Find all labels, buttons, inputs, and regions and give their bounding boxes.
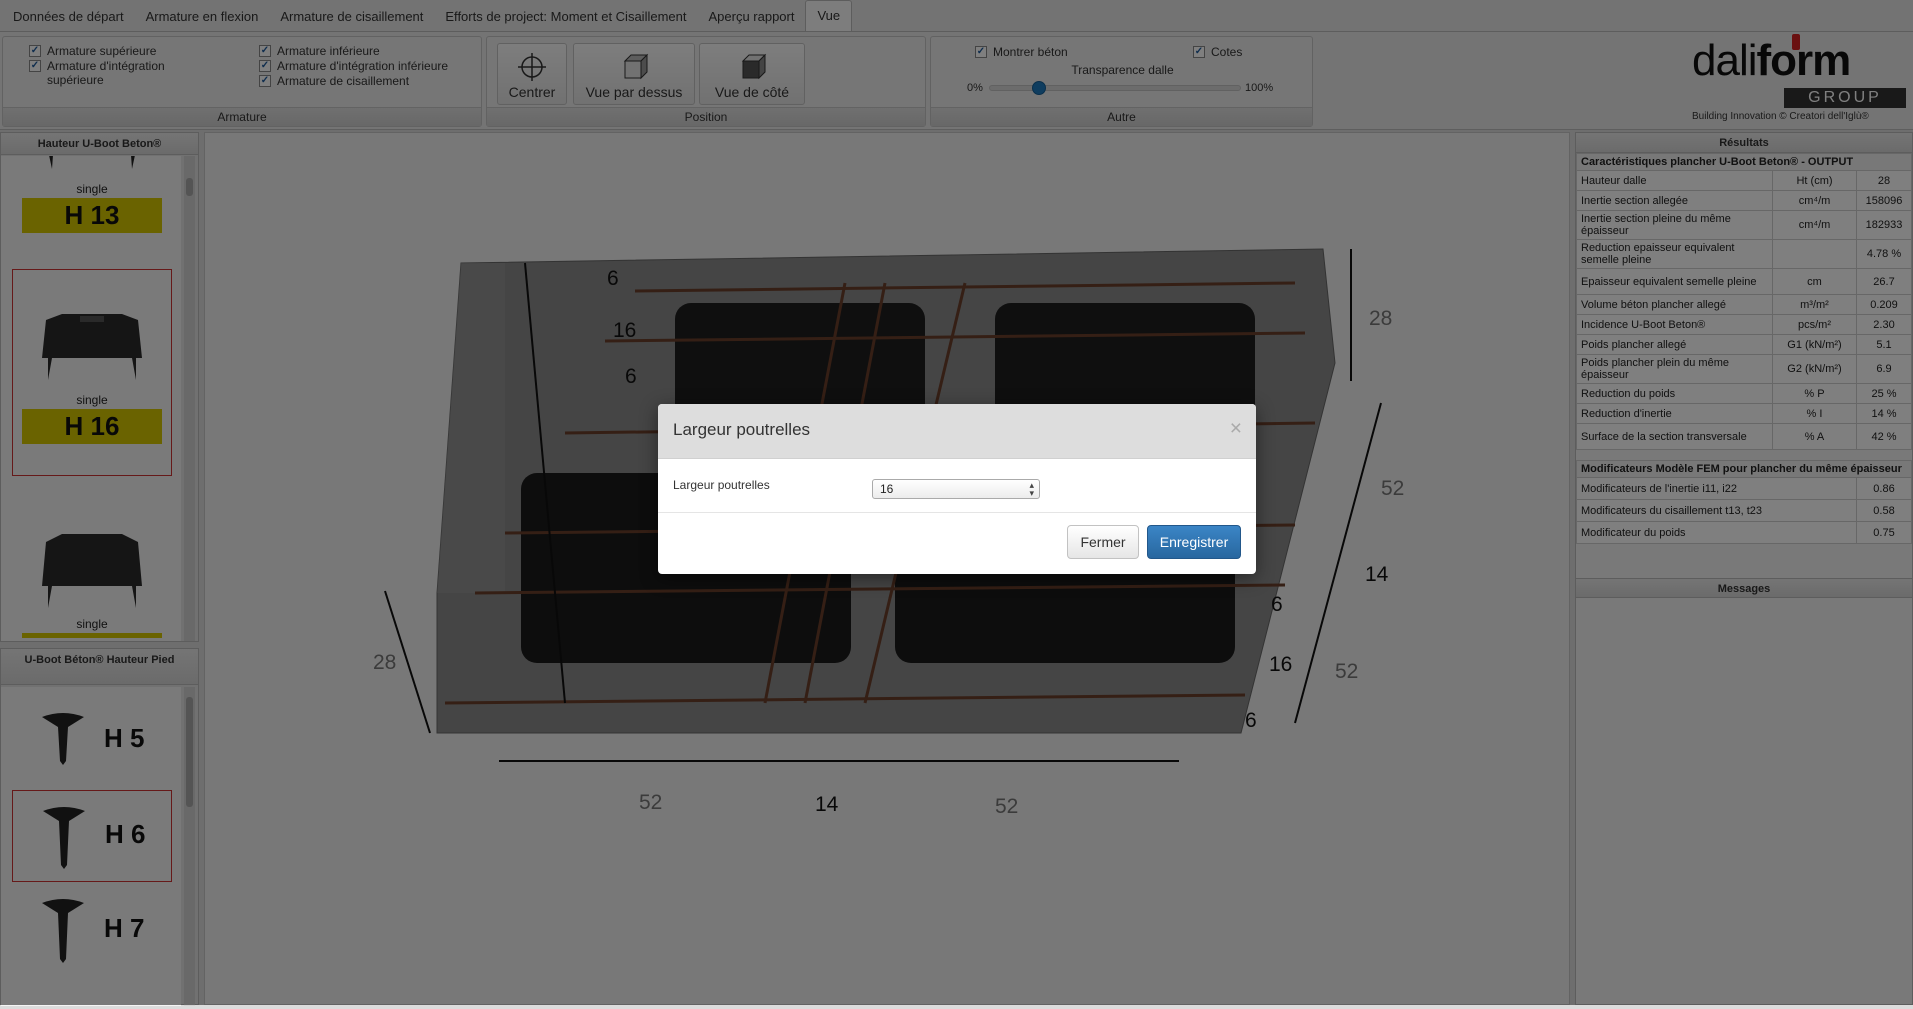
dialog-body: Largeur poutrelles 16 ▴ ▾ bbox=[658, 459, 1256, 513]
dialog-header: Largeur poutrelles × bbox=[658, 404, 1256, 459]
fermer-button[interactable]: Fermer bbox=[1067, 525, 1139, 559]
close-icon[interactable]: × bbox=[1230, 417, 1242, 441]
enregistrer-button[interactable]: Enregistrer bbox=[1147, 525, 1241, 559]
dialog-title: Largeur poutrelles bbox=[673, 420, 811, 439]
largeur-poutrelles-dialog: Largeur poutrelles × Largeur poutrelles … bbox=[658, 404, 1256, 574]
select-arrows-icon: ▴ ▾ bbox=[1029, 480, 1034, 498]
largeur-poutrelles-select[interactable]: 16 ▴ ▾ bbox=[872, 479, 1040, 499]
select-value: 16 bbox=[880, 482, 894, 496]
largeur-poutrelles-label: Largeur poutrelles bbox=[673, 478, 770, 492]
